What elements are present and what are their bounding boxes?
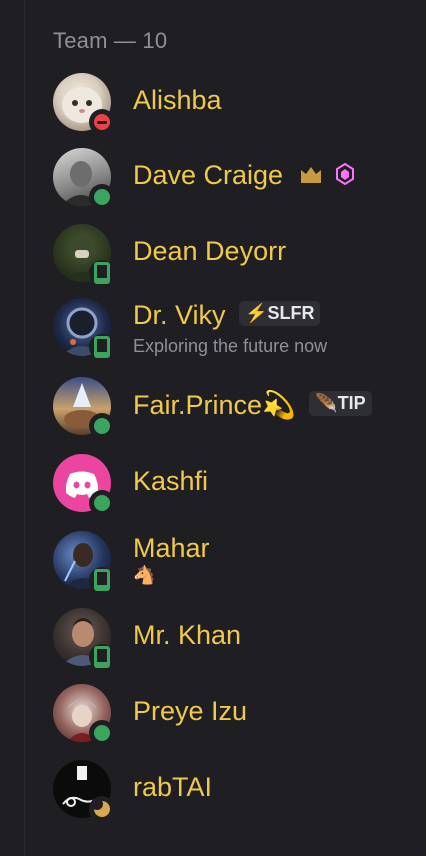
member-item[interactable]: Mahar 🐴	[53, 531, 413, 593]
status-mobile-icon	[89, 260, 115, 286]
status-online-icon	[89, 184, 115, 210]
member-item[interactable]: Dean Deyorr	[53, 224, 413, 286]
member-item[interactable]: Kashfi	[53, 454, 413, 516]
lightning-icon: ⚡	[245, 303, 268, 324]
member-item[interactable]: Fair.Prince💫 🪶 TIP	[53, 377, 413, 439]
divider	[24, 0, 25, 856]
member-name: rabTAI	[133, 772, 213, 802]
status-online-icon	[89, 413, 115, 439]
member-activity-emoji: 🐴	[133, 565, 156, 585]
member-item[interactable]: rabTAI	[53, 760, 413, 822]
status-mobile-icon	[89, 567, 115, 593]
member-name: Fair.Prince💫	[133, 390, 296, 420]
boost-gem-icon	[336, 162, 355, 185]
member-name: Dean Deyorr	[133, 236, 287, 266]
member-item[interactable]: Alishba	[53, 73, 413, 135]
member-item[interactable]: Dave Craige	[53, 148, 413, 210]
member-name-row: Fair.Prince💫 🪶 TIP	[133, 389, 372, 421]
member-list-header: Team — 10	[53, 28, 168, 53]
member-name: Kashfi	[133, 466, 209, 496]
status-mobile-icon	[89, 644, 115, 670]
member-name: Mahar	[133, 533, 210, 563]
member-name: Dr. Viky	[133, 300, 226, 330]
status-mobile-icon	[89, 334, 115, 360]
crown-icon	[300, 166, 321, 183]
status-online-icon	[89, 490, 115, 516]
member-activity: Exploring the future now	[133, 336, 328, 356]
server-tag-label: TIP	[337, 393, 366, 414]
server-tag-label: SLFR	[267, 303, 315, 324]
member-item[interactable]: Dr. Viky ⚡ SLFR Exploring the future now	[53, 298, 413, 360]
member-item[interactable]: Mr. Khan	[53, 608, 413, 670]
member-name-row: Dave Craige	[133, 160, 355, 191]
member-name: Dave Craige	[133, 160, 284, 190]
status-idle-icon	[89, 796, 115, 822]
feather-icon: 🪶	[315, 393, 338, 414]
member-name: Alishba	[133, 85, 222, 115]
server-tag[interactable]: ⚡ SLFR	[239, 301, 321, 327]
member-name: Mr. Khan	[133, 620, 242, 650]
status-dnd-icon	[89, 109, 115, 135]
member-name: Preye Izu	[133, 696, 248, 726]
member-item[interactable]: Preye Izu	[53, 684, 413, 746]
status-online-icon	[89, 720, 115, 746]
member-name-row: Dr. Viky ⚡ SLFR	[133, 300, 321, 331]
server-tag[interactable]: 🪶 TIP	[309, 391, 372, 417]
